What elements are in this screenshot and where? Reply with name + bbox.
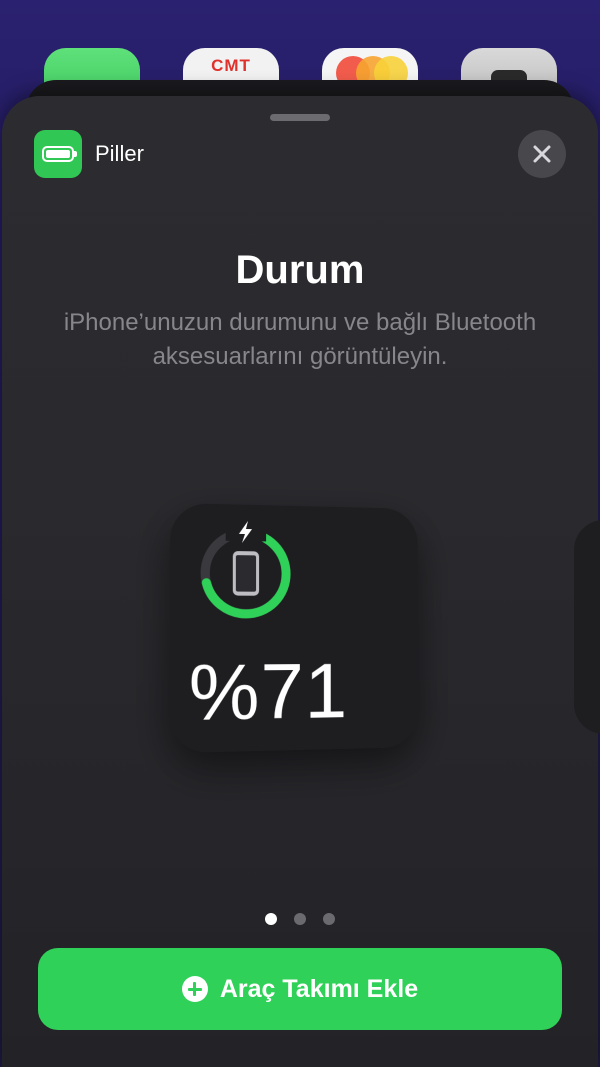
widget-subtitle-line-1: iPhone’unuzun durumunu ve bağlı Bluetoot… (63, 309, 537, 336)
battery-ring (195, 518, 296, 620)
battery-percent: %71 (188, 646, 349, 738)
sheet-grabber[interactable] (270, 114, 330, 121)
next-widget-preview[interactable] (574, 520, 600, 734)
iphone-icon (232, 551, 260, 596)
widget-title: Durum (235, 248, 365, 292)
widget-subtitle-line-2: aksesuarlarını görüntüleyin. (152, 343, 448, 370)
add-widget-label: Araç Takımı Ekle (219, 974, 419, 1003)
battery-icon (34, 130, 82, 178)
widget-subtitle: iPhone’unuzun durumunu ve bağlı Bluetoot… (0, 306, 600, 374)
app-name: Piller (95, 141, 144, 166)
add-widget-button[interactable]: Araç Takımı Ekle (38, 948, 562, 1030)
app-header: Piller (34, 130, 144, 178)
cmt-app-label: CMT (211, 56, 251, 75)
page-dot[interactable] (323, 913, 335, 925)
plus-circle-icon (181, 976, 208, 1002)
close-icon (533, 145, 551, 163)
page-indicator[interactable] (0, 913, 600, 925)
battery-widget-preview[interactable]: %71 (170, 502, 418, 754)
page-dot[interactable] (265, 913, 277, 925)
page-dot[interactable] (294, 913, 306, 925)
close-button[interactable] (518, 130, 566, 178)
